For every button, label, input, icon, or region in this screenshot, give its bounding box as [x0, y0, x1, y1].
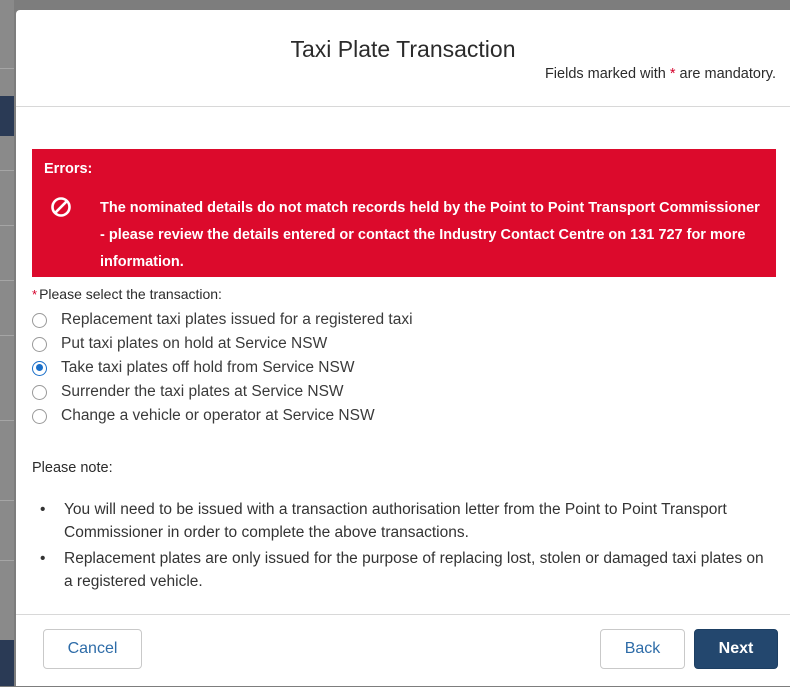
note-text: You will need to be issued with a transa… — [64, 501, 727, 541]
radio-option-label: Put taxi plates on hold at Service NSW — [61, 335, 328, 352]
bullet-icon: • — [40, 501, 46, 518]
radio-option-take-off-hold[interactable]: Take taxi plates off hold from Service N… — [32, 356, 413, 380]
back-button[interactable]: Back — [600, 629, 685, 669]
modal-title: Taxi Plate Transaction — [290, 36, 516, 62]
radio-option-label: Replacement taxi plates issued for a reg… — [61, 311, 413, 328]
radio-option-label: Surrender the taxi plates at Service NSW — [61, 383, 344, 400]
required-star: * — [32, 287, 38, 302]
taxi-plate-transaction-modal: Taxi Plate Transaction Fields marked wit… — [16, 10, 790, 686]
radio-button[interactable] — [32, 384, 47, 400]
radio-button[interactable] — [32, 336, 47, 352]
radio-option-surrender[interactable]: Surrender the taxi plates at Service NSW — [32, 380, 413, 404]
radio-option-change-vehicle[interactable]: Change a vehicle or operator at Service … — [32, 404, 413, 428]
transaction-question: * Please select the transaction: — [32, 286, 222, 302]
mandatory-hint: Fields marked with * are mandatory. — [545, 66, 776, 82]
radio-option-label: Change a vehicle or operator at Service … — [61, 407, 375, 424]
notes-title: Please note: — [32, 460, 113, 476]
radio-option-label: Take taxi plates off hold from Service N… — [61, 359, 355, 376]
bullet-icon: • — [40, 550, 46, 567]
modal-footer: Cancel Back Next — [16, 614, 790, 687]
transaction-question-label: Please select the transaction: — [39, 286, 222, 302]
cancel-button[interactable]: Cancel — [43, 629, 142, 669]
modal-header: Taxi Plate Transaction Fields marked wit… — [16, 10, 790, 107]
error-banner: Errors: The nominated details do not mat… — [32, 149, 776, 277]
notes-list: • You will need to be issued with a trans… — [36, 498, 776, 596]
radio-option-put-on-hold[interactable]: Put taxi plates on hold at Service NSW — [32, 332, 413, 356]
note-item: • Replacement plates are only issued for … — [36, 547, 776, 593]
note-item: • You will need to be issued with a trans… — [36, 498, 776, 544]
radio-button[interactable] — [32, 312, 47, 328]
error-message: The nominated details do not match recor… — [100, 200, 760, 270]
error-heading: Errors: — [44, 161, 93, 177]
no-entry-icon — [51, 197, 71, 217]
background-app — [0, 0, 14, 686]
radio-button[interactable] — [32, 408, 47, 424]
transaction-radio-group: Replacement taxi plates issued for a reg… — [32, 308, 413, 428]
next-button[interactable]: Next — [694, 629, 778, 669]
mandatory-hint-suffix: are mandatory. — [675, 66, 776, 82]
radio-option-replacement[interactable]: Replacement taxi plates issued for a reg… — [32, 308, 413, 332]
mandatory-hint-prefix: Fields marked with — [544, 66, 670, 82]
note-text: Replacement plates are only issued for t… — [64, 550, 764, 590]
radio-button-selected[interactable] — [32, 360, 47, 376]
